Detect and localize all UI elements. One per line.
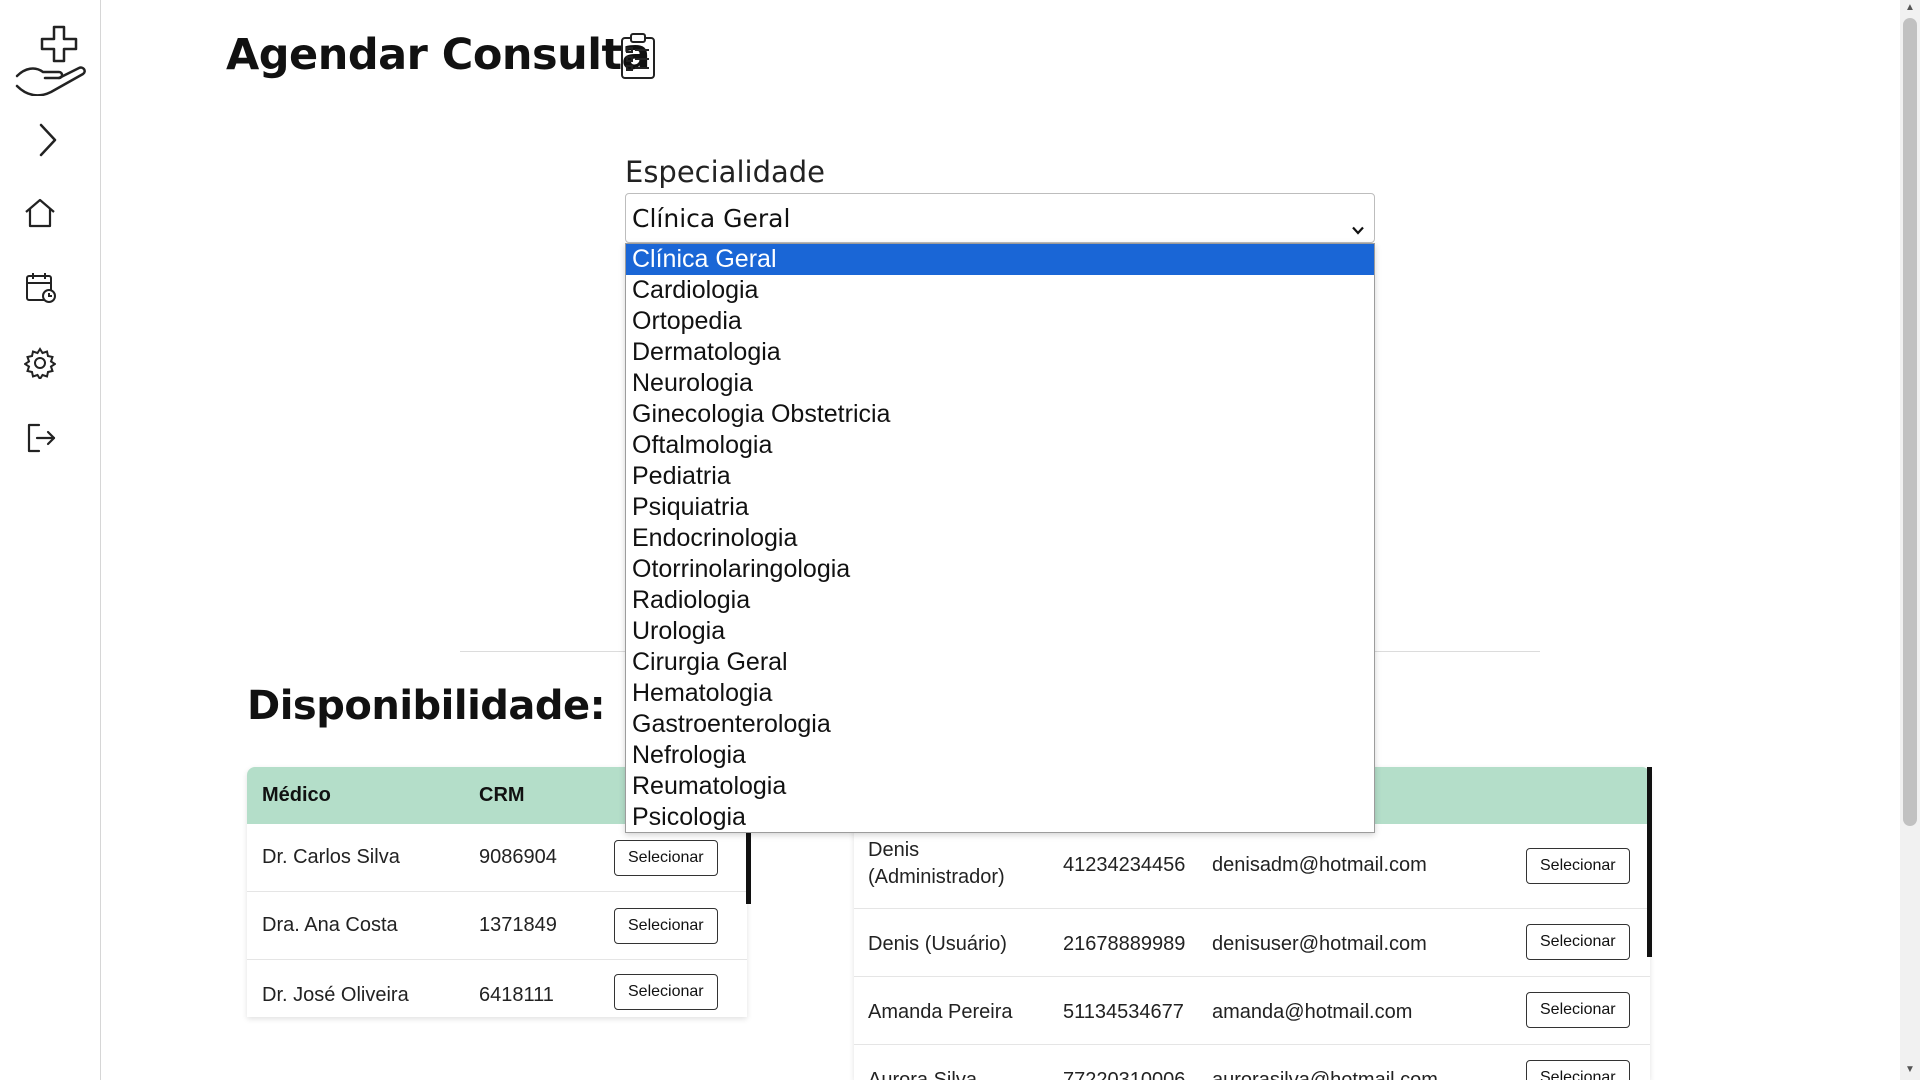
option-reumatologia[interactable]: Reumatologia — [626, 771, 1374, 802]
select-doctor-button[interactable]: Selecionar — [614, 840, 718, 876]
table-row: Denis (Administrador) 41234234456 denisa… — [854, 824, 1650, 909]
option-nefrologia[interactable]: Nefrologia — [626, 740, 1374, 771]
select-patient-button[interactable]: Selecionar — [1526, 992, 1630, 1028]
availability-title: Disponibilidade: — [247, 683, 606, 729]
option-gastroenterologia[interactable]: Gastroenterologia — [626, 709, 1374, 740]
table-row: Dr. José Oliveira 6418111 Selecionar — [247, 960, 747, 1017]
option-urologia[interactable]: Urologia — [626, 616, 1374, 647]
patient-email: amanda@hotmail.com — [1212, 1001, 1413, 1023]
patient-phone: 77220310006 — [1063, 1069, 1186, 1080]
table-row: Amanda Pereira 51134534677 amanda@hotmai… — [854, 977, 1650, 1045]
page-scrollbar-thumb[interactable] — [1903, 18, 1917, 826]
select-patient-button[interactable]: Selecionar — [1526, 924, 1630, 960]
option-ortopedia[interactable]: Ortopedia — [626, 306, 1374, 337]
page-title: Agendar Consulta — [226, 30, 651, 80]
doctor-name: Dr. Carlos Silva — [262, 846, 400, 868]
patient-name: Amanda Pereira — [868, 1001, 1013, 1023]
patient-email: aurorasilva@hotmail.com — [1212, 1069, 1438, 1080]
option-psicologia[interactable]: Psicologia — [626, 802, 1374, 832]
logout-icon[interactable] — [25, 422, 57, 454]
specialty-label: Especialidade — [625, 155, 825, 189]
option-ginecologia-obstetricia[interactable]: Ginecologia Obstetricia — [626, 399, 1374, 430]
patient-phone: 41234234456 — [1063, 854, 1186, 876]
sidebar — [0, 0, 101, 1080]
doctor-crm: 6418111 — [479, 984, 554, 1006]
option-dermatologia[interactable]: Dermatologia — [626, 337, 1374, 368]
patient-email: denisadm@hotmail.com — [1212, 854, 1427, 876]
patient-phone: 51134534677 — [1063, 1001, 1184, 1023]
column-header-crm: CRM — [479, 784, 525, 806]
patient-name: Denis (Usuário) — [868, 933, 1007, 955]
doctor-name: Dra. Ana Costa — [262, 914, 398, 936]
page-scrollbar[interactable]: ▲ ▼ — [1900, 0, 1920, 1080]
option-oftalmologia[interactable]: Oftalmologia — [626, 430, 1374, 461]
patient-phone: 21678889989 — [1063, 933, 1186, 955]
option-endocrinologia[interactable]: Endocrinologia — [626, 523, 1374, 554]
home-icon[interactable] — [24, 198, 56, 228]
patients-table-scrollbar[interactable] — [1647, 767, 1652, 957]
select-patient-button[interactable]: Selecionar — [1526, 848, 1630, 884]
select-doctor-button[interactable]: Selecionar — [614, 974, 718, 1010]
specialty-dropdown-list: Clínica Geral Cardiologia Ortopedia Derm… — [625, 243, 1375, 833]
chevron-down-icon — [1352, 212, 1364, 241]
option-radiologia[interactable]: Radiologia — [626, 585, 1374, 616]
column-header-medico: Médico — [262, 784, 331, 806]
clipboard-list-icon — [620, 32, 656, 85]
doctor-crm: 1371849 — [479, 914, 557, 936]
hand-medical-cross-icon[interactable] — [14, 24, 90, 96]
patient-name: Aurora Silva — [868, 1069, 977, 1080]
specialty-selected-value: Clínica Geral — [632, 204, 791, 233]
option-neurologia[interactable]: Neurologia — [626, 368, 1374, 399]
option-pediatria[interactable]: Pediatria — [626, 461, 1374, 492]
select-patient-button[interactable]: Selecionar — [1526, 1060, 1630, 1080]
doctor-crm: 9086904 — [479, 846, 557, 868]
scroll-down-arrow-icon[interactable]: ▼ — [1905, 1064, 1915, 1075]
table-row: Aurora Silva 77220310006 aurorasilva@hot… — [854, 1045, 1650, 1080]
option-psiquiatria[interactable]: Psiquiatria — [626, 492, 1374, 523]
option-hematologia[interactable]: Hematologia — [626, 678, 1374, 709]
doctor-name: Dr. José Oliveira — [262, 984, 409, 1006]
specialty-select[interactable]: Clínica Geral — [625, 193, 1375, 243]
chevron-right-icon[interactable] — [37, 122, 59, 158]
option-otorrinolaringologia[interactable]: Otorrinolaringologia — [626, 554, 1374, 585]
gear-icon[interactable] — [24, 347, 56, 379]
option-clinica-geral[interactable]: Clínica Geral — [626, 244, 1374, 275]
table-row: Dr. Carlos Silva 9086904 Selecionar — [247, 824, 747, 892]
option-cirurgia-geral[interactable]: Cirurgia Geral — [626, 647, 1374, 678]
table-row: Denis (Usuário) 21678889989 denisuser@ho… — [854, 909, 1650, 977]
table-row: Dra. Ana Costa 1371849 Selecionar — [247, 892, 747, 960]
calendar-clock-icon[interactable] — [25, 272, 57, 304]
select-doctor-button[interactable]: Selecionar — [614, 908, 718, 944]
patient-email: denisuser@hotmail.com — [1212, 933, 1427, 955]
option-cardiologia[interactable]: Cardiologia — [626, 275, 1374, 306]
scroll-up-arrow-icon[interactable]: ▲ — [1905, 2, 1915, 13]
patient-name: Denis (Administrador) — [868, 839, 1005, 888]
